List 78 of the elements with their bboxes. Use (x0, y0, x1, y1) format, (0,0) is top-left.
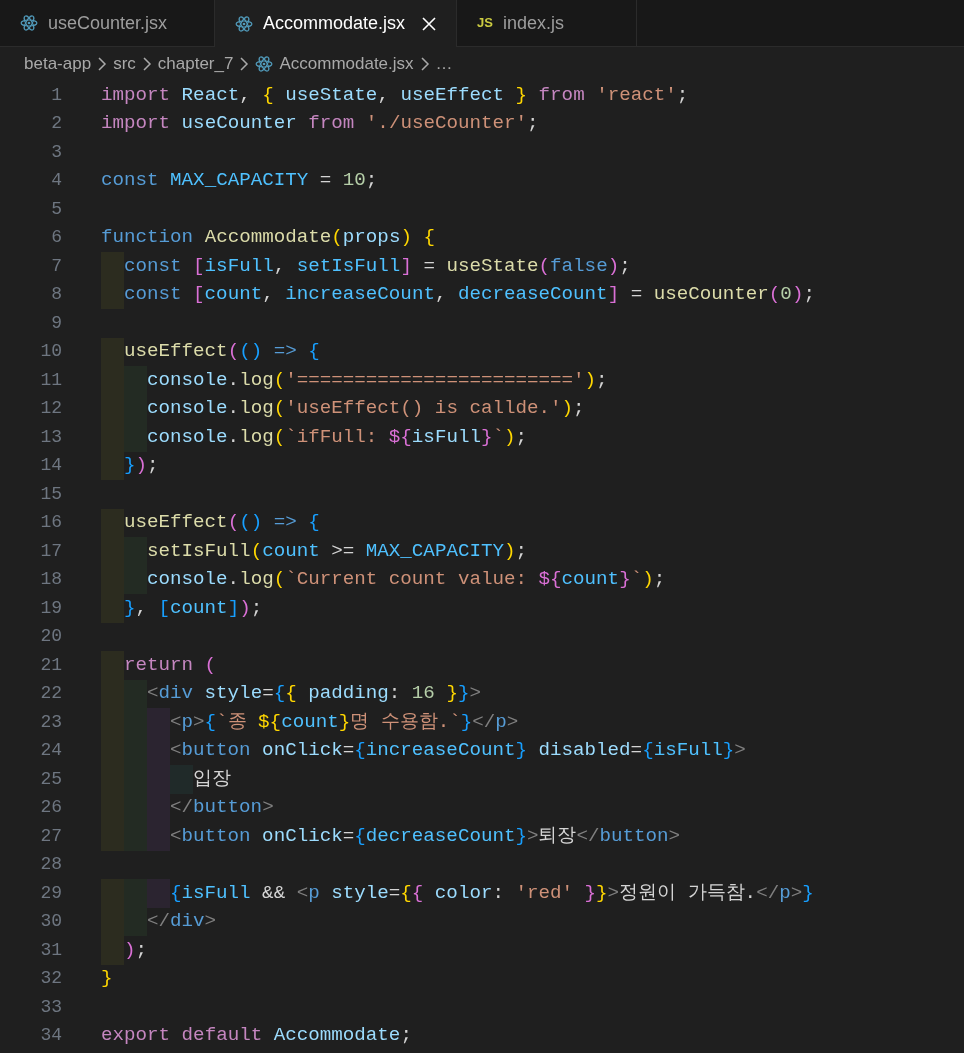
code-line: function Accommodate(props) { (101, 225, 435, 251)
chevron-right-icon (141, 56, 152, 72)
atom-icon (255, 55, 274, 73)
code-line: <p>{`종 ${count}명 수용함.`}</p> (170, 709, 519, 735)
code-line: useEffect(() => { (124, 339, 320, 365)
code-line: }, [count]); (124, 595, 263, 621)
line-number: 27 (39, 824, 62, 848)
line-number: 3 (50, 140, 62, 164)
breadcrumb-item[interactable]: … (435, 51, 453, 77)
line-number: 15 (39, 482, 62, 506)
line-number: 31 (39, 938, 62, 962)
code-line: const [count, increaseCount, decreaseCount] = useCounter(0); (124, 282, 815, 308)
line-number: 29 (39, 881, 62, 905)
line-number: 6 (50, 226, 62, 250)
line-number: 8 (50, 283, 62, 307)
line-number: 25 (39, 767, 62, 791)
chevron-right-icon (97, 56, 108, 72)
line-number: 12 (39, 397, 62, 421)
breadcrumb-item[interactable]: Accommodate.jsx (279, 51, 414, 77)
line-number: 30 (39, 910, 62, 934)
breadcrumb-item[interactable]: chapter_7 (157, 51, 234, 77)
code-line: <button onClick={increaseCount} disabled={isFull}> (170, 738, 746, 764)
js-icon: JS (477, 13, 493, 33)
atom-icon (235, 14, 253, 33)
line-number: 28 (39, 853, 62, 877)
line-number: 33 (39, 995, 62, 1019)
line-number: 32 (39, 967, 62, 991)
code-line: useEffect(() => { (124, 510, 320, 536)
line-number: 13 (39, 425, 62, 449)
code-line: setIsFull(count >= MAX_CAPACITY); (147, 538, 527, 564)
code-line: {isFull && <p style={{ color: 'red' }}>정원이 가득참.</p>} (170, 880, 814, 906)
code-line: <button onClick={decreaseCount}>퇴장</button> (170, 823, 681, 849)
code-line: const MAX_CAPACITY = 10; (101, 168, 378, 194)
code-line: console.log('useEffect() is callde.'); (147, 396, 585, 422)
line-number: 34 (39, 1024, 62, 1048)
breadcrumb-item[interactable]: src (113, 51, 136, 77)
line-number: 14 (39, 454, 62, 478)
line-number: 19 (39, 596, 62, 620)
line-number: 2 (50, 112, 62, 136)
code-line: return ( (124, 652, 217, 678)
line-number: 1 (50, 83, 62, 107)
code-line: }); (124, 453, 159, 479)
code-line: import React, { useState, useEffect } from 'react'; (101, 82, 689, 108)
editor-tab[interactable]: Accommodate.jsx (215, 0, 457, 47)
code-line: </div> (147, 909, 217, 935)
chevron-right-icon (239, 56, 250, 72)
editor-tab[interactable]: JS index.js (457, 0, 637, 47)
code-line: export default Accommodate; (101, 1023, 412, 1049)
line-number: 21 (39, 653, 62, 677)
line-number: 7 (50, 254, 62, 278)
code-line: import useCounter from './useCounter'; (101, 111, 539, 137)
line-number: 26 (39, 796, 62, 820)
breadcrumb-item[interactable]: beta-app (24, 51, 92, 77)
line-number: 11 (39, 368, 62, 392)
line-number: 17 (39, 539, 62, 563)
line-number: 18 (39, 568, 62, 592)
code-line: const [isFull, setIsFull] = useState(false); (124, 253, 631, 279)
close-icon[interactable] (421, 15, 438, 32)
code-line: 입장 (193, 766, 231, 792)
code-line: console.log(`Current count value: ${count}`); (147, 567, 666, 593)
code-line: </button> (170, 795, 274, 821)
code-line: } (101, 966, 113, 992)
editor-tab[interactable]: useCounter.jsx (0, 0, 215, 47)
line-number: 22 (39, 682, 62, 706)
line-number: 16 (39, 511, 62, 535)
chevron-right-icon (419, 56, 430, 72)
code-line: ); (124, 937, 148, 963)
line-number: 5 (50, 197, 62, 221)
line-number: 23 (39, 710, 62, 734)
code-line: <div style={{ padding: 16 }}> (147, 681, 481, 707)
line-number: 24 (39, 739, 62, 763)
code-line: console.log(`ifFull: ${isFull}`); (147, 424, 527, 450)
atom-icon (20, 14, 38, 32)
line-number: 10 (39, 340, 62, 364)
code-line: console.log('========================'); (147, 367, 608, 393)
line-number: 4 (50, 169, 62, 193)
line-number: 9 (50, 311, 62, 335)
line-number: 20 (39, 625, 62, 649)
